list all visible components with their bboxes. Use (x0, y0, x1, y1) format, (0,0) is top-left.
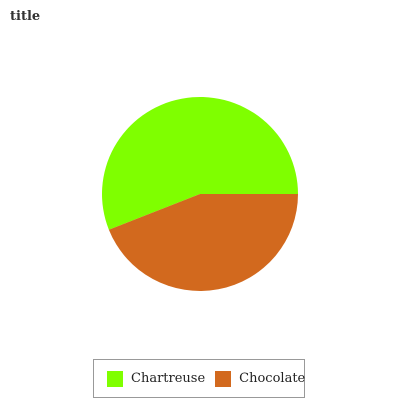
legend-item-chartreuse: Chartreuse (107, 370, 206, 387)
legend-label-chartreuse: Chartreuse (131, 371, 206, 386)
legend-swatch-chocolate (215, 370, 232, 387)
pie-chart (102, 97, 299, 292)
legend-label-chocolate: Chocolate (239, 371, 306, 386)
legend-swatch-chartreuse (107, 370, 123, 387)
legend: Chartreuse Chocolate (93, 359, 305, 398)
legend-item-chocolate: Chocolate (215, 370, 306, 387)
